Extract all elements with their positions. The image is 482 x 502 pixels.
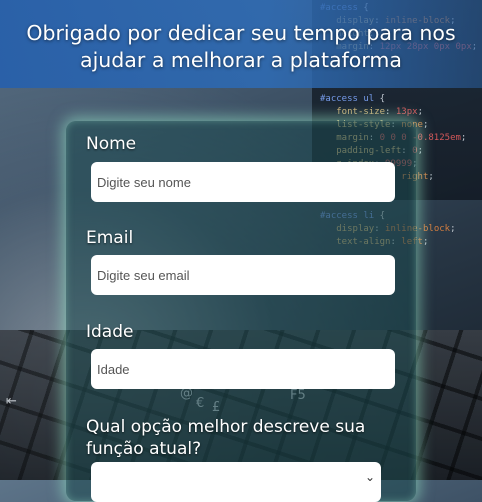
- email-label: Email: [86, 228, 134, 248]
- name-label: Nome: [86, 134, 137, 154]
- age-input[interactable]: [91, 349, 395, 389]
- name-input[interactable]: [91, 162, 395, 202]
- email-input[interactable]: [91, 255, 395, 295]
- age-label: Idade: [86, 322, 134, 342]
- page-title: Obrigado por dedicar seu tempo para nos …: [26, 21, 456, 72]
- chevron-down-icon: ⌄: [364, 470, 375, 484]
- role-question-label: Qual opção melhor descreve sua função at…: [86, 417, 366, 459]
- role-select[interactable]: ⌄: [91, 462, 381, 502]
